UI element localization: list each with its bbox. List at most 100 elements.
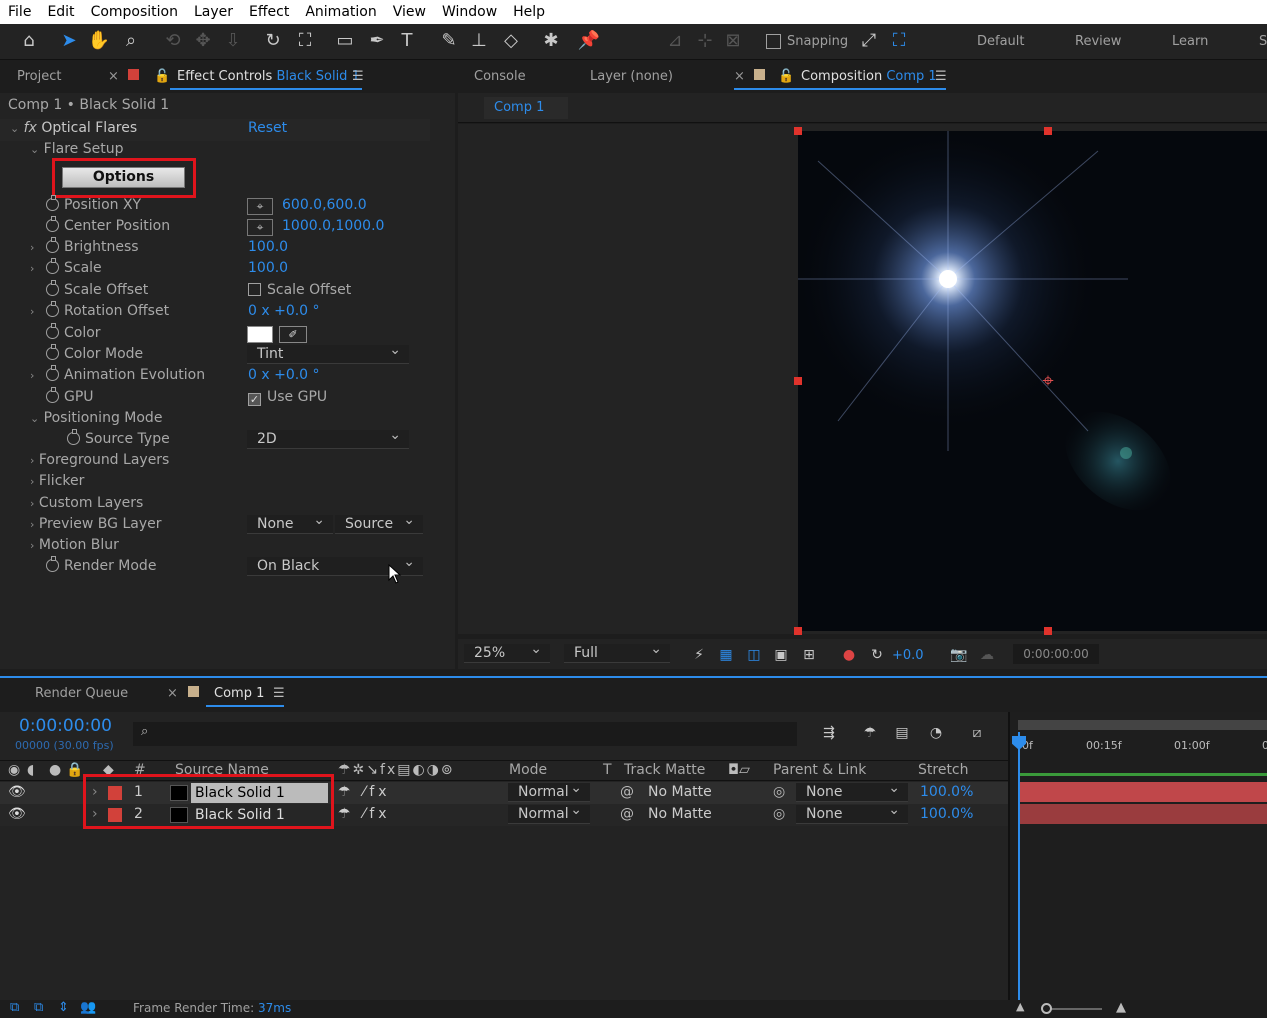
transform-handle[interactable]: [794, 127, 802, 135]
visibility-eye-icon[interactable]: 👁: [8, 804, 26, 825]
timeline-search-input[interactable]: ⌕: [133, 722, 797, 746]
source-type-dropdown[interactable]: 2D: [247, 426, 409, 449]
zoom-slider-thumb[interactable]: [1041, 1003, 1052, 1014]
color-swatch[interactable]: [247, 326, 273, 343]
workspace-review[interactable]: Review: [1075, 34, 1121, 49]
panel-menu-icon[interactable]: ☰: [935, 69, 947, 84]
layer-switches-toggle-icon[interactable]: ⧉: [10, 1000, 19, 1015]
puppet-pin-icon[interactable]: 📌: [576, 28, 602, 54]
zoom-in-icon[interactable]: ▲: [1116, 1000, 1126, 1015]
render-time-toggle-icon[interactable]: 👥: [80, 1000, 96, 1015]
tab-render-queue[interactable]: Render Queue: [35, 686, 128, 701]
workspace-default[interactable]: Default: [977, 34, 1025, 49]
comp-subtab[interactable]: Comp 1: [484, 97, 568, 119]
rotation-offset-value[interactable]: 0 x +0.0 °: [248, 301, 320, 322]
motion-blur-group[interactable]: › Motion Blur: [30, 535, 119, 556]
dolly-camera-icon[interactable]: ⇩: [220, 28, 246, 54]
custom-layers-group[interactable]: › Custom Layers: [30, 493, 143, 514]
current-time[interactable]: 0:00:00:00: [19, 716, 112, 736]
snap-target-icon[interactable]: ⛶: [886, 28, 912, 54]
stopwatch-icon[interactable]: [46, 556, 59, 572]
layer-mode-dropdown[interactable]: Normal: [508, 779, 590, 802]
composition-mini-flowchart-icon[interactable]: ⇶: [818, 722, 840, 744]
channels-icon[interactable]: ●: [838, 644, 860, 666]
chevron-right-icon[interactable]: ›: [30, 258, 34, 279]
snapshot-icon[interactable]: 📷: [948, 644, 970, 666]
panel-menu-icon[interactable]: ☰: [352, 69, 364, 84]
layer-bar[interactable]: [1018, 804, 1267, 824]
preview-bg-source-dropdown[interactable]: Source: [335, 511, 423, 534]
transform-handle[interactable]: [1044, 627, 1052, 635]
mask-visibility-icon[interactable]: ◫: [743, 644, 765, 666]
clone-stamp-icon[interactable]: ⊥: [466, 28, 492, 54]
zoom-tool-icon[interactable]: ⌕: [118, 28, 144, 54]
layer-bar[interactable]: [1018, 782, 1267, 802]
stopwatch-icon[interactable]: [46, 237, 59, 253]
animation-evolution-value[interactable]: 0 x +0.0 °: [248, 365, 320, 386]
stopwatch-icon[interactable]: [46, 195, 59, 211]
color-mode-dropdown[interactable]: Tint: [247, 341, 409, 364]
position-xy-value[interactable]: 600.0,600.0: [282, 195, 367, 216]
type-tool-icon[interactable]: T: [394, 28, 420, 54]
show-snapshot-icon[interactable]: ☁: [976, 644, 998, 666]
crosshair-icon[interactable]: ⌖: [247, 219, 273, 236]
tab-composition[interactable]: Composition Comp 1: [801, 69, 937, 84]
snapping-checkbox[interactable]: [766, 34, 781, 49]
scale-offset-checkbox[interactable]: Scale Offset: [248, 280, 351, 301]
use-gpu-checkbox[interactable]: ✓ Use GPU: [248, 387, 327, 408]
pickwhip-icon[interactable]: ◎: [773, 804, 785, 825]
transparency-grid-icon[interactable]: ▦: [715, 644, 737, 666]
resolution-dropdown[interactable]: Full: [564, 640, 670, 663]
visibility-eye-icon[interactable]: 👁: [8, 782, 26, 803]
menu-animation[interactable]: Animation: [297, 4, 384, 20]
scale-value[interactable]: 100.0: [248, 258, 288, 279]
zoom-out-icon[interactable]: ▲: [1016, 1000, 1024, 1013]
lock-icon[interactable]: 🔓: [154, 69, 170, 84]
foreground-layers-group[interactable]: › Foreground Layers: [30, 450, 169, 471]
workspace-more[interactable]: S: [1259, 34, 1267, 49]
center-position-value[interactable]: 1000.0,1000.0: [282, 216, 384, 237]
orbit-camera-icon[interactable]: ⟲: [160, 28, 186, 54]
parent-dropdown[interactable]: None: [796, 779, 908, 802]
menu-window[interactable]: Window: [434, 4, 505, 20]
positioning-mode-group[interactable]: ⌄ Positioning Mode: [30, 408, 162, 429]
layer-switches-icon[interactable]: ☂ ⁄fx: [338, 804, 391, 825]
stopwatch-icon[interactable]: [46, 344, 59, 360]
menu-view[interactable]: View: [385, 4, 434, 20]
rectangle-tool-icon[interactable]: ▭: [332, 28, 358, 54]
tab-layer[interactable]: Layer (none): [590, 69, 673, 84]
modes-toggle-icon[interactable]: ⧉: [34, 1000, 43, 1015]
hand-tool-icon[interactable]: ✋: [86, 28, 112, 54]
stopwatch-icon[interactable]: [46, 323, 59, 339]
local-axis-icon[interactable]: ⊿: [662, 28, 688, 54]
transform-handle[interactable]: [794, 377, 802, 385]
chevron-right-icon[interactable]: ›: [30, 237, 34, 258]
roto-brush-icon[interactable]: ✱: [538, 28, 564, 54]
menu-effect[interactable]: Effect: [241, 4, 297, 20]
reset-exposure-icon[interactable]: ↻: [866, 644, 888, 666]
stopwatch-icon[interactable]: [46, 365, 59, 381]
menu-composition[interactable]: Composition: [83, 4, 186, 20]
eye-icon[interactable]: ◉: [8, 760, 20, 781]
view-axis-icon[interactable]: ⊠: [720, 28, 746, 54]
flare-setup-group[interactable]: ⌄ Flare Setup: [30, 139, 123, 160]
close-icon[interactable]: ×: [108, 69, 119, 84]
layer-switches-icon[interactable]: ☂ ⁄fx: [338, 782, 391, 803]
close-icon[interactable]: ×: [167, 686, 178, 701]
region-of-interest-icon[interactable]: ▣: [770, 644, 792, 666]
transform-handle[interactable]: [794, 627, 802, 635]
pan-camera-icon[interactable]: ✥: [190, 28, 216, 54]
snap-options-icon[interactable]: ⤢: [856, 28, 882, 54]
flicker-group[interactable]: › Flicker: [30, 471, 84, 492]
close-icon[interactable]: ×: [734, 69, 745, 84]
reset-link[interactable]: Reset: [248, 118, 287, 139]
solo-icon[interactable]: ●: [49, 760, 61, 781]
tab-project[interactable]: Project: [17, 69, 61, 84]
stopwatch-icon[interactable]: [46, 216, 59, 232]
motion-blur-icon[interactable]: ◔: [925, 722, 947, 744]
pickwhip-icon[interactable]: ◎: [773, 782, 785, 803]
layer-mode-dropdown[interactable]: Normal: [508, 801, 590, 824]
tab-comp[interactable]: Comp 1: [214, 686, 264, 701]
lock-icon[interactable]: 🔓: [778, 69, 794, 84]
eraser-tool-icon[interactable]: ◇: [498, 28, 524, 54]
